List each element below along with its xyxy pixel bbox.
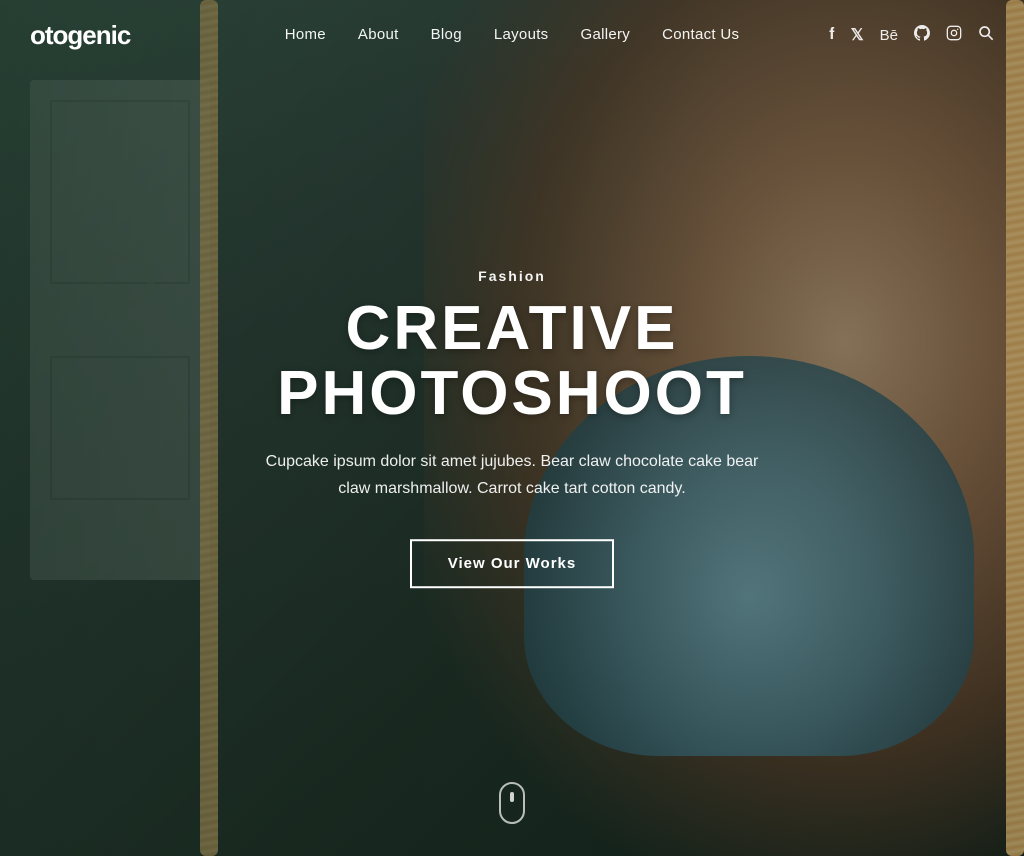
nav-item-home[interactable]: Home: [285, 26, 326, 44]
scroll-indicator: [499, 782, 525, 824]
twitter-icon[interactable]: 𝕏: [851, 25, 864, 45]
search-icon[interactable]: [978, 25, 994, 46]
hero-section: otogenic Home About Blog Layouts Gallery…: [0, 0, 1024, 856]
navbar: otogenic Home About Blog Layouts Gallery…: [0, 0, 1024, 70]
scroll-mouse-icon: [499, 782, 525, 824]
hero-title: CREATIVE PHOTOSHOOT: [187, 296, 837, 426]
nav-menu: Home About Blog Layouts Gallery Contact …: [285, 26, 740, 44]
nav-link-contact[interactable]: Contact Us: [662, 26, 739, 43]
instagram-icon[interactable]: [946, 25, 962, 46]
nav-item-layouts[interactable]: Layouts: [494, 26, 549, 44]
nav-link-home[interactable]: Home: [285, 26, 326, 43]
nav-link-blog[interactable]: Blog: [431, 26, 462, 43]
behance-icon[interactable]: Bē: [880, 27, 898, 44]
nav-link-about[interactable]: About: [358, 26, 399, 43]
social-links: 𝐟 𝕏 Bē: [829, 25, 994, 46]
nav-item-about[interactable]: About: [358, 26, 399, 44]
hero-description: Cupcake ipsum dolor sit amet jujubes. Be…: [252, 448, 772, 502]
nav-item-blog[interactable]: Blog: [431, 26, 462, 44]
view-works-button[interactable]: View Our Works: [410, 539, 615, 588]
hero-content: Fashion CREATIVE PHOTOSHOOT Cupcake ipsu…: [187, 268, 837, 588]
nav-link-gallery[interactable]: Gallery: [580, 26, 630, 43]
nav-item-contact[interactable]: Contact Us: [662, 26, 739, 44]
github-icon[interactable]: [914, 25, 930, 46]
facebook-icon[interactable]: 𝐟: [829, 26, 835, 44]
hero-category: Fashion: [187, 268, 837, 284]
nav-item-gallery[interactable]: Gallery: [580, 26, 630, 44]
nav-link-layouts[interactable]: Layouts: [494, 26, 549, 43]
brand-logo[interactable]: otogenic: [30, 20, 130, 51]
